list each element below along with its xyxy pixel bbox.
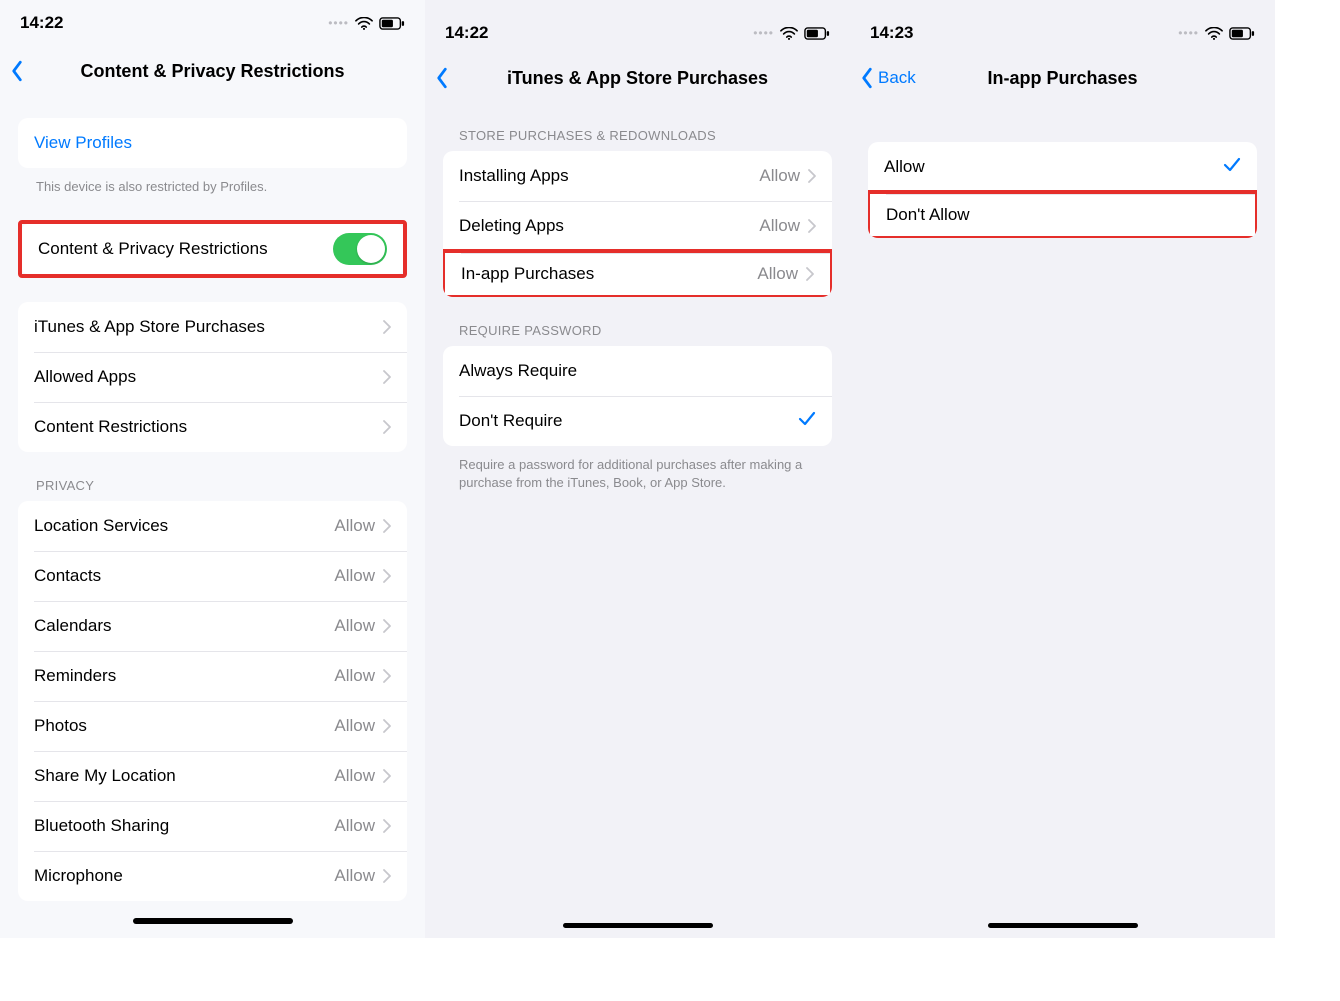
chevron-right-icon xyxy=(383,669,391,683)
status-time: 14:23 xyxy=(870,23,913,43)
nav-bar: iTunes & App Store Purchases xyxy=(425,54,850,102)
check-icon xyxy=(798,410,816,433)
screen-itunes-purchases: 14:22 •••• iTunes & App Store Purchases … xyxy=(425,0,850,938)
back-label: Back xyxy=(878,68,916,88)
row-contacts[interactable]: Contacts Allow xyxy=(18,551,407,601)
restrictions-toggle-row[interactable]: Content & Privacy Restrictions xyxy=(22,224,403,274)
privacy-card: Location Services Allow Contacts Allow C… xyxy=(18,501,407,901)
battery-icon xyxy=(1229,27,1255,40)
screen-in-app-purchases: 14:23 •••• Back In-app Purchases Allow xyxy=(850,0,1275,938)
row-itunes-purchases[interactable]: iTunes & App Store Purchases xyxy=(18,302,407,352)
row-reminders[interactable]: Reminders Allow xyxy=(18,651,407,701)
chevron-right-icon xyxy=(383,370,391,384)
nav-bar: Back In-app Purchases xyxy=(850,54,1275,102)
view-profiles-row[interactable]: View Profiles xyxy=(18,118,407,168)
chevron-right-icon xyxy=(808,219,816,233)
store-card: Installing Apps Allow Deleting Apps Allo… xyxy=(443,151,832,297)
chevron-right-icon xyxy=(806,267,814,281)
privacy-header: PRIVACY xyxy=(18,452,407,501)
highlight-toggle: Content & Privacy Restrictions xyxy=(18,220,407,278)
cellular-dots-icon: •••• xyxy=(753,26,774,40)
row-content-restrictions[interactable]: Content Restrictions xyxy=(18,402,407,452)
chevron-right-icon xyxy=(383,719,391,733)
profiles-note: This device is also restricted by Profil… xyxy=(18,168,407,196)
profiles-card: View Profiles xyxy=(18,118,407,168)
pwd-header: REQUIRE PASSWORD xyxy=(443,297,832,346)
chevron-right-icon xyxy=(808,169,816,183)
chevron-right-icon xyxy=(383,869,391,883)
status-time: 14:22 xyxy=(445,23,488,43)
status-bar: 14:22 •••• xyxy=(0,0,425,44)
row-dont-allow[interactable]: Don't Allow xyxy=(868,190,1257,238)
check-icon xyxy=(1223,156,1241,179)
row-share-location[interactable]: Share My Location Allow xyxy=(18,751,407,801)
cellular-dots-icon: •••• xyxy=(1178,26,1199,40)
screen-content-privacy: 14:22 •••• Content & Privacy Restriction… xyxy=(0,0,425,938)
chevron-right-icon xyxy=(383,769,391,783)
pwd-footnote: Require a password for additional purcha… xyxy=(443,446,832,491)
home-indicator[interactable] xyxy=(563,923,713,928)
row-photos[interactable]: Photos Allow xyxy=(18,701,407,751)
toggle-switch-on[interactable] xyxy=(333,233,387,265)
wifi-icon xyxy=(1205,27,1223,40)
wifi-icon xyxy=(780,27,798,40)
row-microphone[interactable]: Microphone Allow xyxy=(18,851,407,901)
restrictions-toggle-label: Content & Privacy Restrictions xyxy=(38,239,333,259)
chevron-right-icon xyxy=(383,519,391,533)
row-in-app-purchases[interactable]: In-app Purchases Allow xyxy=(443,249,832,297)
status-time: 14:22 xyxy=(20,13,63,33)
row-allowed-apps[interactable]: Allowed Apps xyxy=(18,352,407,402)
page-title: iTunes & App Store Purchases xyxy=(425,68,850,89)
row-always-require[interactable]: Always Require xyxy=(443,346,832,396)
status-bar: 14:22 •••• xyxy=(425,0,850,54)
pwd-card: Always Require Don't Require xyxy=(443,346,832,446)
chevron-right-icon xyxy=(383,420,391,434)
wifi-icon xyxy=(355,17,373,30)
chevron-right-icon xyxy=(383,819,391,833)
row-allow[interactable]: Allow xyxy=(868,142,1257,192)
back-button[interactable] xyxy=(425,67,449,89)
battery-icon xyxy=(804,27,830,40)
row-bluetooth-sharing[interactable]: Bluetooth Sharing Allow xyxy=(18,801,407,851)
store-header: STORE PURCHASES & REDOWNLOADS xyxy=(443,102,832,151)
menu-card: iTunes & App Store Purchases Allowed App… xyxy=(18,302,407,452)
chevron-right-icon xyxy=(383,619,391,633)
cellular-dots-icon: •••• xyxy=(328,16,349,30)
view-profiles-label: View Profiles xyxy=(34,133,391,153)
row-deleting-apps[interactable]: Deleting Apps Allow xyxy=(443,201,832,251)
chevron-right-icon xyxy=(383,320,391,334)
row-location-services[interactable]: Location Services Allow xyxy=(18,501,407,551)
options-card: Allow Don't Allow xyxy=(868,142,1257,238)
back-button[interactable]: Back xyxy=(850,67,916,89)
home-indicator[interactable] xyxy=(988,923,1138,928)
back-button[interactable] xyxy=(0,60,24,82)
chevron-right-icon xyxy=(383,569,391,583)
row-installing-apps[interactable]: Installing Apps Allow xyxy=(443,151,832,201)
battery-icon xyxy=(379,17,405,30)
row-calendars[interactable]: Calendars Allow xyxy=(18,601,407,651)
page-title: Content & Privacy Restrictions xyxy=(0,61,425,82)
row-dont-require[interactable]: Don't Require xyxy=(443,396,832,446)
nav-bar: Content & Privacy Restrictions xyxy=(0,44,425,98)
home-indicator[interactable] xyxy=(133,918,293,924)
status-bar: 14:23 •••• xyxy=(850,0,1275,54)
